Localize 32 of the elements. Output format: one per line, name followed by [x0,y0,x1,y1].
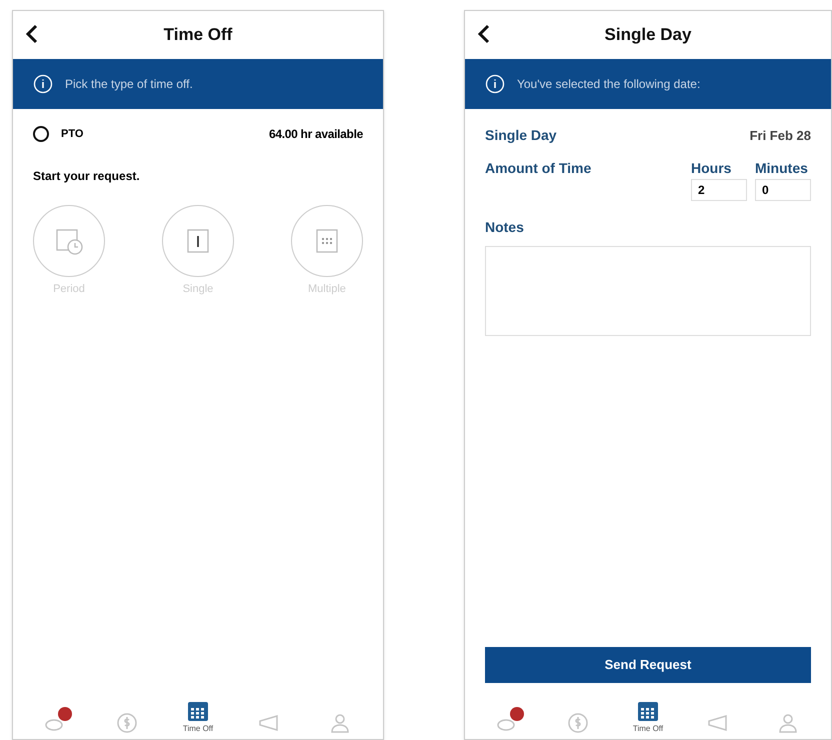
dollar-coin-icon [115,711,140,735]
field-label: Notes [484,218,525,237]
leave-type: PTO [61,126,84,142]
prompt-text: Start your request. [32,168,141,185]
screen-title: Single Day [604,24,692,46]
back-button[interactable] [476,23,491,45]
calendar-icon [186,699,210,723]
radio-button[interactable] [33,126,49,142]
screen-title: Time Off [164,24,232,46]
input-field[interactable]: 2 [691,179,747,201]
field-label: Hours [691,159,732,178]
notes-field[interactable] [484,246,811,336]
back-button[interactable] [25,23,39,45]
banner-text: Pick the type of time off. [65,76,193,93]
field-label: Amount of Time [484,159,592,178]
balance-text: 64.00 hr available [268,126,363,143]
tab-label: Time Off [182,723,214,735]
info-icon [33,74,53,94]
field-label: Minutes [755,159,809,178]
back-chevron-icon [476,23,491,45]
selected-date: Fri Feb 28 [750,126,811,145]
nav-tab[interactable]: Time Off [624,699,672,735]
input-field[interactable]: 0 [755,179,811,201]
back-chevron-icon [25,23,39,45]
info-icon [484,74,505,94]
field-label: Single Day [484,126,557,145]
tab-label: Time Off [632,723,664,735]
calendar-icon [636,699,660,723]
nav-tab[interactable]: Time Off [174,699,222,735]
send-request-button[interactable]: Send Request [484,647,811,683]
banner-text: You've selected the following date: [516,76,700,93]
dollar-coin-icon [566,711,590,735]
